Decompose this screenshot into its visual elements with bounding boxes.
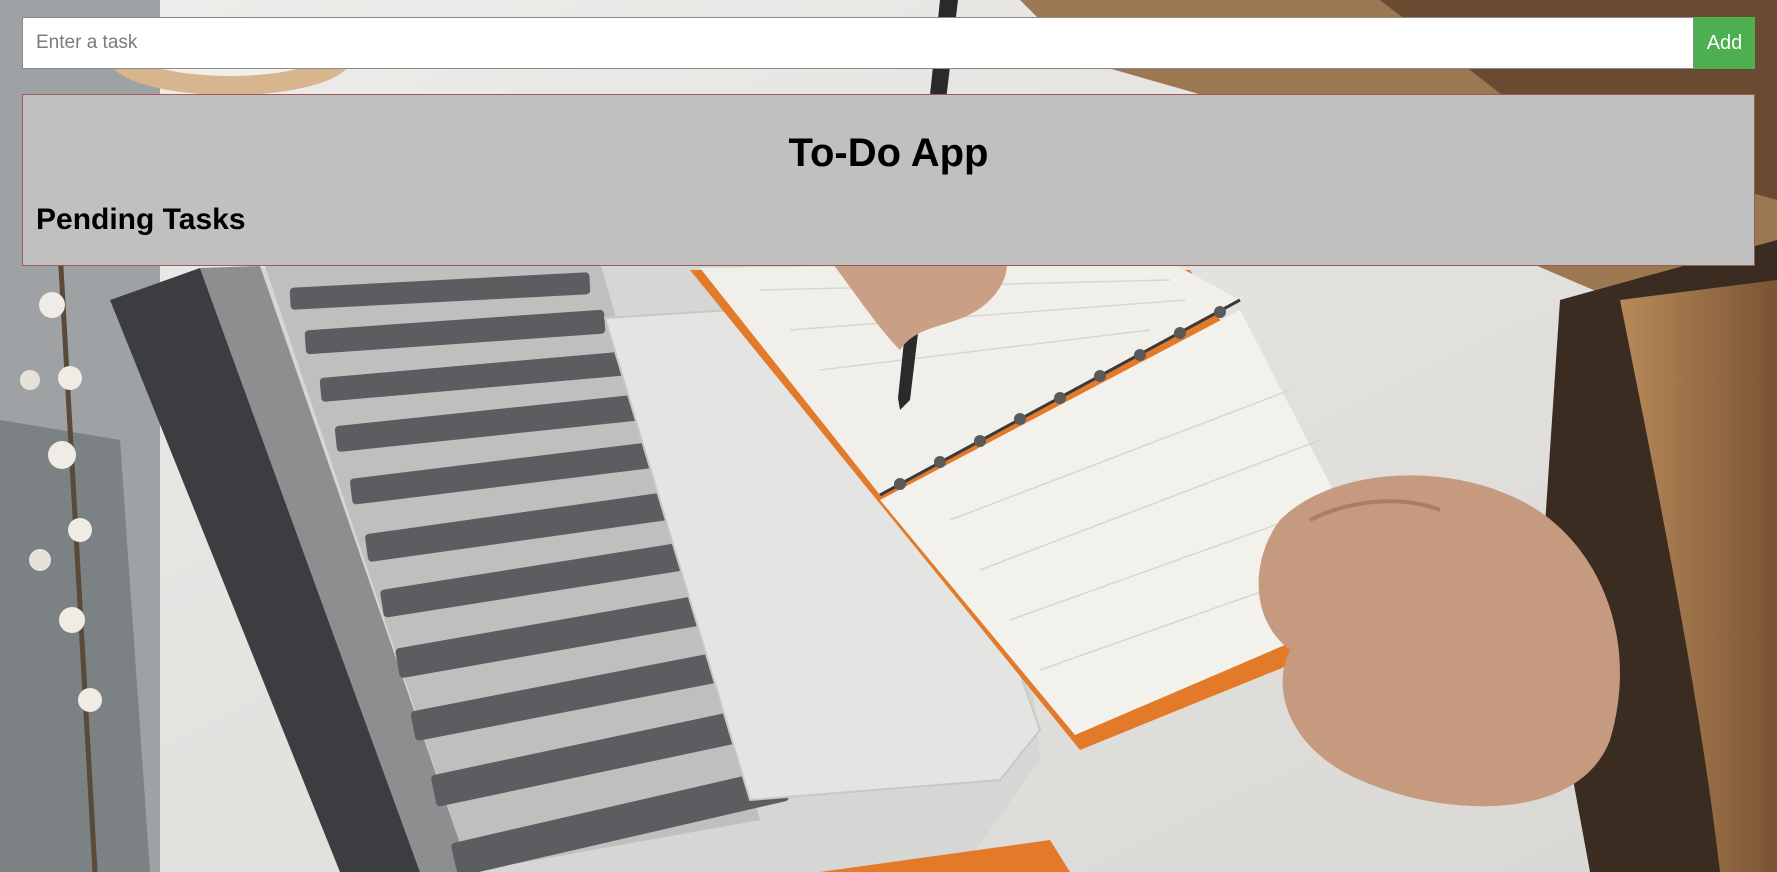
- pending-tasks-heading: Pending Tasks: [36, 203, 246, 236]
- task-input[interactable]: [22, 17, 1694, 69]
- app-title: To-Do App: [788, 131, 989, 175]
- task-entry-form: Add: [22, 17, 1755, 69]
- todo-panel: To-Do App Pending Tasks: [22, 94, 1755, 266]
- add-task-button[interactable]: Add: [1694, 17, 1755, 69]
